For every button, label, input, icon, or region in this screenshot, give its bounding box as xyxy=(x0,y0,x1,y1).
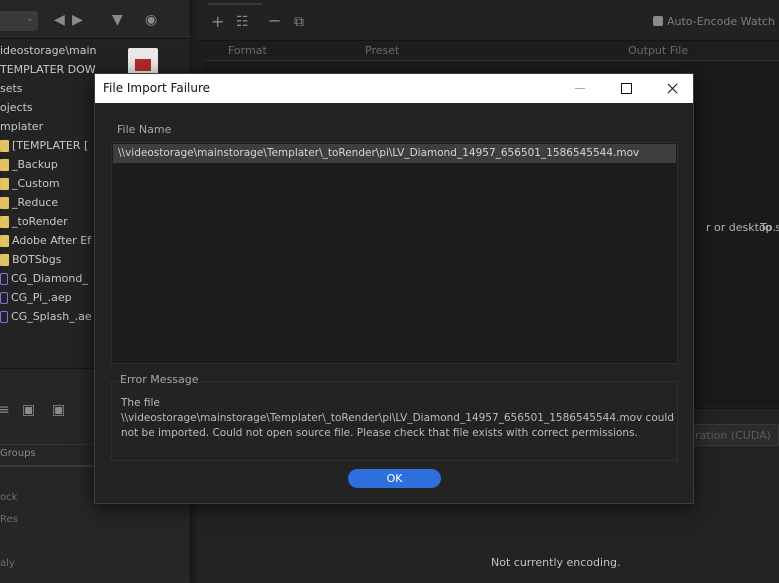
preset-item[interactable]: ock xyxy=(0,492,17,503)
file-name-list[interactable]: \\videostorage\mainstorage\Templater\_to… xyxy=(111,142,678,364)
column-output-file[interactable]: Output File xyxy=(628,44,688,57)
tree-item-label: CG_Splash_.ae xyxy=(11,310,92,323)
column-preset[interactable]: Preset xyxy=(365,44,399,57)
toolbar-divider xyxy=(208,3,262,5)
folder-icon xyxy=(0,216,9,228)
error-line: \\videostorage\mainstorage\Templater\_to… xyxy=(121,412,674,424)
error-message-text: The file \\videostorage\mainstorage\Temp… xyxy=(121,396,674,441)
list-icon[interactable]: ≡ xyxy=(0,403,10,417)
remove-icon[interactable]: − xyxy=(268,13,281,29)
project-toolbar: ⌄ ◀ ▶ ▼ ◉ xyxy=(0,0,190,39)
ok-button[interactable]: OK xyxy=(348,469,441,488)
tree-item-label: CG_Pi_.aep xyxy=(11,291,72,304)
error-line: not be imported. Could not open source f… xyxy=(121,427,638,439)
tree-item-label: BOTSbgs xyxy=(12,253,62,266)
add-icon[interactable]: + xyxy=(211,14,224,30)
tree-item-label: _toRender xyxy=(12,215,68,228)
queue-column-header: Format Preset Output File xyxy=(206,42,779,61)
folder-icon xyxy=(0,197,9,209)
file-import-failure-dialog: File Import Failure File Name \\videosto… xyxy=(94,73,694,504)
tree-item-label: [TEMPLATER [ xyxy=(12,139,89,152)
aep-file-icon xyxy=(0,292,8,304)
close-icon[interactable] xyxy=(649,74,695,103)
file-path-text: \\videostorage\mainstorage\Templater\_to… xyxy=(118,147,640,159)
groups-label: Groups xyxy=(0,448,36,459)
aep-file-icon xyxy=(0,273,8,285)
tree-item-label: _Custom xyxy=(12,177,60,190)
folder-icon xyxy=(0,159,9,171)
folder-icon xyxy=(0,254,9,266)
path-dropdown[interactable]: ⌄ xyxy=(0,11,38,31)
renderer-label: ration (CUDA) xyxy=(695,429,771,442)
folder-icon xyxy=(0,178,9,190)
eye-icon[interactable]: ◉ xyxy=(145,13,157,27)
dialog-title: File Import Failure xyxy=(103,81,211,95)
encoding-status: Not currently encoding. xyxy=(491,556,621,569)
import-icon[interactable]: ▣ xyxy=(52,403,65,417)
dialog-titlebar[interactable]: File Import Failure xyxy=(95,74,693,103)
tree-item-label: Adobe After Ef xyxy=(12,234,92,247)
new-folder-icon[interactable]: ▣ xyxy=(22,403,35,417)
arrow-right-icon[interactable]: ▶ xyxy=(72,13,83,27)
aep-file-icon xyxy=(0,311,8,323)
filter-icon[interactable]: ▼ xyxy=(112,13,123,27)
arrow-left-icon[interactable]: ◀ xyxy=(54,13,65,27)
tree-item-label: CG_Diamond_ xyxy=(11,272,88,285)
film-icon xyxy=(135,59,151,71)
maximize-icon[interactable] xyxy=(603,74,649,103)
tree-item-label: _Backup xyxy=(12,158,58,171)
column-format[interactable]: Format xyxy=(228,44,267,57)
folder-icon xyxy=(0,140,9,152)
checkbox-icon xyxy=(653,16,663,26)
auto-encode-label: Auto-Encode Watch Fo xyxy=(667,15,779,28)
file-name-label: File Name xyxy=(117,123,172,136)
settings-sliders-icon[interactable]: ☷ xyxy=(236,15,249,29)
auto-encode-checkbox[interactable]: Auto-Encode Watch Fo xyxy=(653,15,779,28)
preset-item[interactable]: aly xyxy=(0,558,15,569)
duplicate-icon[interactable]: ⧉ xyxy=(294,15,304,29)
tree-item-label: _Reduce xyxy=(12,196,59,209)
file-name-row[interactable]: \\videostorage\mainstorage\Templater\_to… xyxy=(113,144,676,163)
minimize-icon[interactable] xyxy=(557,74,603,103)
error-line: The file xyxy=(121,397,160,409)
error-message-label: Error Message xyxy=(118,373,201,386)
folder-icon xyxy=(0,235,9,247)
drop-hint-text: To s xyxy=(760,221,779,234)
preset-item[interactable]: Res xyxy=(0,514,18,525)
chevron-down-icon: ⌄ xyxy=(25,13,34,24)
